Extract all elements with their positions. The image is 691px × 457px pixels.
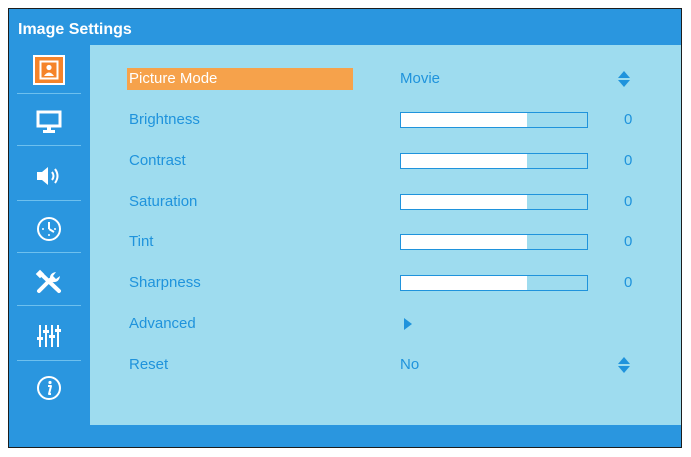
sidebar-item-audio[interactable]: [17, 155, 81, 196]
picture-mode-label: Picture Mode: [127, 68, 353, 90]
menu-row-brightness[interactable]: Brightness 0: [127, 109, 667, 133]
sidebar-divider: [17, 145, 81, 146]
monitor-icon: [36, 110, 62, 133]
sidebar-item-timer[interactable]: [17, 208, 81, 249]
contrast-slider[interactable]: [400, 153, 588, 169]
equalizer-icon: [37, 324, 61, 347]
clock-icon: [37, 216, 61, 241]
sidebar: [9, 45, 90, 425]
reset-value[interactable]: No: [400, 354, 419, 376]
menu-row-advanced[interactable]: Advanced: [127, 313, 667, 337]
osd-panel: Image Settings Picture Mode Movie Bright…: [8, 8, 682, 448]
sidebar-item-picture[interactable]: [17, 49, 81, 90]
footer-bar: [9, 425, 681, 447]
tools-icon: [35, 269, 61, 293]
brightness-value: 0: [624, 111, 633, 128]
sharpness-slider[interactable]: [400, 275, 588, 291]
submenu-arrow-icon[interactable]: [403, 318, 412, 330]
menu-row-tint[interactable]: Tint 0: [127, 231, 667, 255]
sharpness-label: Sharpness: [129, 274, 201, 291]
tint-slider[interactable]: [400, 234, 588, 250]
menu-row-picture-mode[interactable]: Picture Mode Movie: [127, 68, 667, 92]
sidebar-divider: [17, 360, 81, 361]
up-down-arrows-icon[interactable]: [617, 356, 631, 374]
contrast-slider-fill: [401, 154, 528, 168]
sidebar-divider: [17, 93, 81, 94]
reset-label: Reset: [129, 356, 169, 373]
contrast-value: 0: [624, 152, 633, 169]
sidebar-item-adjust[interactable]: [17, 315, 81, 356]
sidebar-divider: [17, 305, 81, 306]
speaker-icon: [37, 166, 59, 185]
saturation-slider-fill: [401, 195, 528, 209]
saturation-label: Saturation: [129, 193, 198, 210]
window-title: Image Settings: [9, 9, 681, 45]
sidebar-divider: [17, 252, 81, 253]
menu-row-reset[interactable]: Reset No: [127, 354, 667, 378]
tint-value: 0: [624, 233, 633, 250]
sharpness-slider-fill: [401, 276, 528, 290]
sidebar-item-setup[interactable]: [17, 261, 81, 302]
menu-row-contrast[interactable]: Contrast 0: [127, 150, 667, 174]
sidebar-item-display[interactable]: [17, 101, 81, 142]
brightness-slider-fill: [401, 113, 528, 127]
picture-icon: [39, 60, 59, 79]
tint-slider-fill: [401, 235, 528, 249]
sharpness-value: 0: [624, 274, 633, 291]
brightness-slider[interactable]: [400, 112, 588, 128]
tint-label: Tint: [129, 233, 154, 250]
saturation-slider[interactable]: [400, 194, 588, 210]
menu-row-sharpness[interactable]: Sharpness 0: [127, 272, 667, 296]
contrast-label: Contrast: [129, 152, 186, 169]
menu-row-saturation[interactable]: Saturation 0: [127, 191, 667, 215]
info-icon: [37, 375, 61, 400]
sidebar-item-info[interactable]: [17, 367, 81, 408]
picture-mode-value[interactable]: Movie: [400, 68, 440, 90]
brightness-label: Brightness: [129, 111, 200, 128]
up-down-arrows-icon[interactable]: [617, 70, 631, 88]
advanced-label: Advanced: [129, 315, 196, 332]
sidebar-divider: [17, 200, 81, 201]
saturation-value: 0: [624, 193, 633, 210]
